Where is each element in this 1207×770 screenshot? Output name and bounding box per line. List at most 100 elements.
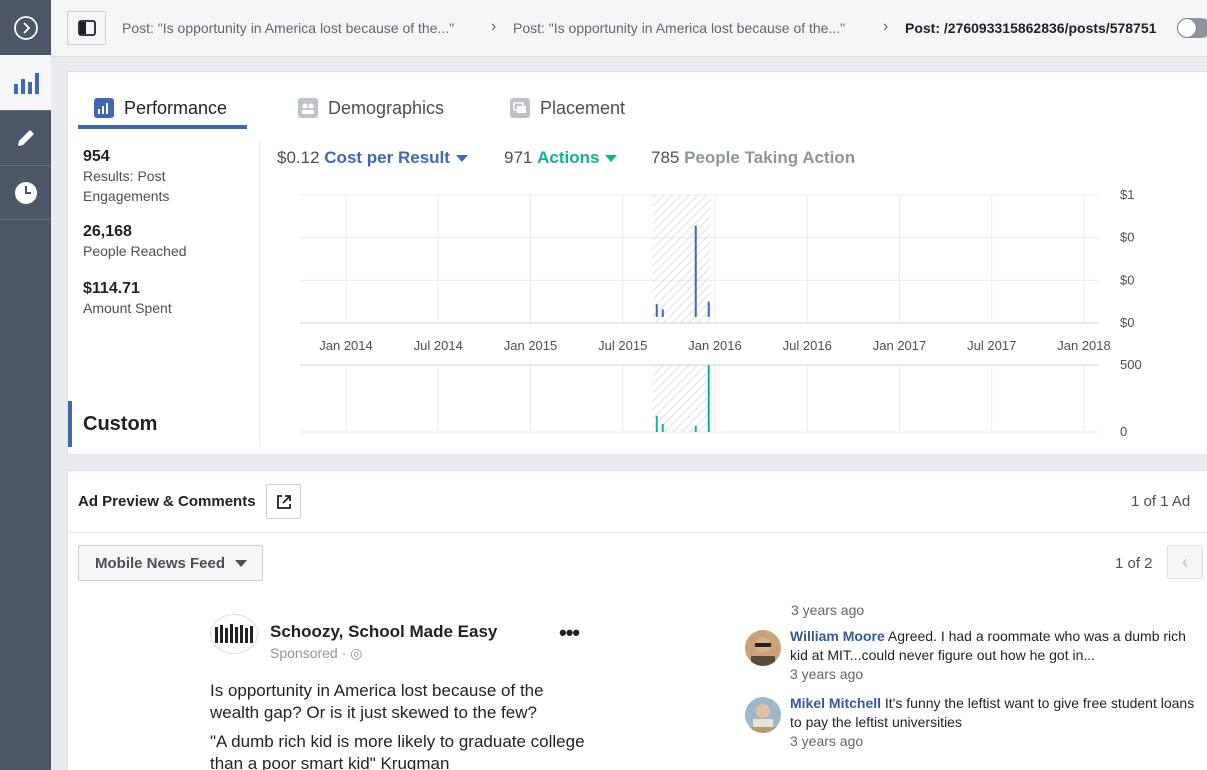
people-taking-action: 785 People Taking Action bbox=[651, 148, 855, 168]
tab-performance[interactable]: Performance bbox=[94, 88, 227, 128]
actions-selector[interactable]: 971 Actions bbox=[504, 148, 618, 168]
post-body: Is opportunity in America lost because o… bbox=[210, 680, 590, 770]
y-tick-label: 500 bbox=[1120, 357, 1142, 372]
breadcrumb-item-ad: Post: /276093315862836/posts/578751 bbox=[905, 20, 1157, 36]
comment-timestamp: 3 years ago bbox=[791, 602, 865, 618]
cost-value: $0.12 bbox=[277, 148, 320, 167]
cost-per-result-selector[interactable]: $0.12 Cost per Result bbox=[277, 148, 468, 168]
x-tick-label: Jul 2016 bbox=[783, 338, 832, 353]
open-external-button[interactable] bbox=[266, 484, 301, 519]
x-tick-label: Jul 2017 bbox=[967, 338, 1016, 353]
sidebar-panel-icon bbox=[77, 20, 96, 36]
y-tick-label: 0 bbox=[1120, 424, 1127, 437]
comment-timestamp: 3 years ago bbox=[790, 733, 864, 749]
bar-chart-icon bbox=[94, 98, 114, 118]
metric-reach[interactable]: 26,168 People Reached bbox=[83, 223, 203, 261]
metric-label: Results: Post Engagements bbox=[83, 168, 170, 204]
metric-spent[interactable]: $114.71 Amount Spent bbox=[83, 280, 203, 318]
page-name-link[interactable]: Schoozy, School Made Easy bbox=[270, 622, 497, 642]
people-value: 785 bbox=[651, 148, 680, 167]
ad-preview-title: Ad Preview & Comments bbox=[78, 493, 256, 510]
tab-placement-label: Placement bbox=[540, 97, 626, 118]
x-tick-label: Jul 2015 bbox=[598, 338, 647, 353]
tab-demographics[interactable]: Demographics bbox=[298, 88, 444, 128]
placement-dropdown[interactable]: Mobile News Feed bbox=[78, 545, 263, 581]
breadcrumb: Post: "Is opportunity in America lost be… bbox=[51, 0, 1207, 57]
history-nav-button[interactable] bbox=[0, 165, 51, 220]
performance-card: Performance Demographics Placement 954 R… bbox=[67, 71, 1207, 455]
x-tick-label: Jan 2017 bbox=[873, 338, 927, 353]
tab-performance-label: Performance bbox=[124, 97, 228, 118]
metric-label: People Reached bbox=[83, 243, 187, 259]
custom-label: Custom bbox=[83, 413, 158, 435]
metric-results[interactable]: 954 Results: Post Engagements bbox=[83, 148, 203, 206]
x-tick-label: Jul 2014 bbox=[414, 338, 463, 353]
x-tick-label: Jan 2016 bbox=[688, 338, 742, 353]
people-label: People Taking Action bbox=[684, 148, 856, 167]
caret-down-icon bbox=[605, 155, 618, 163]
caret-down-icon bbox=[235, 559, 248, 567]
performance-nav-button[interactable] bbox=[0, 55, 51, 110]
external-link-icon bbox=[276, 494, 291, 509]
y-tick-label: $0 bbox=[1120, 230, 1134, 245]
expand-nav-button[interactable] bbox=[0, 0, 51, 55]
actions-label: Actions bbox=[537, 148, 600, 167]
y-tick-label: $0 bbox=[1120, 315, 1134, 330]
custom-metrics-button[interactable]: Custom bbox=[68, 401, 260, 447]
performance-chart[interactable]: $1 $0 $0 $0 Jan 2014 Jul 2014 Jan 2015 Jul 2015… bbox=[298, 187, 1178, 437]
globe-icon: ◎ bbox=[350, 645, 363, 661]
avatar[interactable] bbox=[745, 697, 781, 733]
metric-value: 26,168 bbox=[83, 223, 132, 240]
post-text-paragraph: Is opportunity in America lost because o… bbox=[210, 681, 544, 722]
cost-label: Cost per Result bbox=[324, 148, 450, 167]
y-tick-label: $1 bbox=[1120, 187, 1134, 202]
metrics-column: 954 Results: Post Engagements 26,168 Peo… bbox=[68, 140, 260, 447]
actions-value: 971 bbox=[504, 148, 533, 167]
ad-count: 1 of 1 Ad bbox=[1131, 493, 1191, 510]
left-rail bbox=[0, 0, 51, 770]
chevron-right-icon: › bbox=[491, 18, 497, 35]
edit-nav-button[interactable] bbox=[0, 110, 51, 165]
avatar[interactable] bbox=[745, 630, 781, 666]
post-text-paragraph: "A dumb rich kid is more likely to gradu… bbox=[210, 732, 585, 770]
metric-value: $114.71 bbox=[83, 280, 140, 297]
sponsored-label: Sponsored · ◎ bbox=[270, 645, 362, 662]
clock-icon bbox=[14, 181, 37, 204]
chevron-right-circle-icon bbox=[13, 15, 38, 40]
commenter-name-link[interactable]: Mikel Mitchell bbox=[790, 695, 881, 711]
placement-icon bbox=[510, 98, 530, 118]
chevron-left-icon: ‹ bbox=[1182, 551, 1188, 572]
highlight-region bbox=[652, 195, 711, 323]
x-tick-label: Jan 2014 bbox=[319, 338, 373, 353]
metric-value: 954 bbox=[83, 148, 110, 165]
tab-demographics-label: Demographics bbox=[328, 97, 445, 118]
preview-page-count: 1 of 2 bbox=[1115, 555, 1153, 572]
x-tick-label: Jan 2018 bbox=[1057, 338, 1111, 353]
people-icon bbox=[298, 98, 318, 118]
comment-body: William Moore Agreed. I had a roommate w… bbox=[790, 627, 1195, 684]
comment-timestamp: 3 years ago bbox=[790, 666, 864, 682]
placement-dropdown-label: Mobile News Feed bbox=[95, 554, 226, 572]
caret-down-icon bbox=[455, 155, 468, 163]
ad-preview-card: Ad Preview & Comments 1 of 1 Ad Mobile N… bbox=[67, 470, 1207, 770]
previous-preview-button[interactable]: ‹ bbox=[1167, 545, 1203, 579]
metric-label: Amount Spent bbox=[83, 300, 172, 316]
page-avatar[interactable] bbox=[210, 614, 258, 654]
active-tab-indicator bbox=[78, 125, 247, 129]
highlight-region bbox=[652, 365, 711, 432]
divider bbox=[68, 532, 1207, 533]
pencil-icon bbox=[17, 130, 34, 146]
panel-toggle-button[interactable] bbox=[67, 11, 106, 45]
comment-body: Mikel Mitchell It's funny the leftist wa… bbox=[790, 694, 1195, 751]
y-tick-label: $0 bbox=[1120, 272, 1134, 287]
breadcrumb-item-campaign[interactable]: Post: "Is opportunity in America lost be… bbox=[122, 20, 454, 36]
more-options-icon[interactable]: ••• bbox=[559, 620, 580, 646]
breadcrumb-item-adset[interactable]: Post: "Is opportunity in America lost be… bbox=[513, 20, 845, 36]
x-tick-label: Jan 2015 bbox=[504, 338, 558, 353]
sponsored-text: Sponsored · bbox=[270, 645, 351, 661]
tab-placement[interactable]: Placement bbox=[510, 88, 625, 128]
chevron-right-icon: › bbox=[883, 18, 889, 35]
bar-chart-icon bbox=[13, 72, 39, 94]
ad-status-toggle[interactable] bbox=[1177, 18, 1207, 38]
commenter-name-link[interactable]: William Moore bbox=[790, 628, 885, 644]
